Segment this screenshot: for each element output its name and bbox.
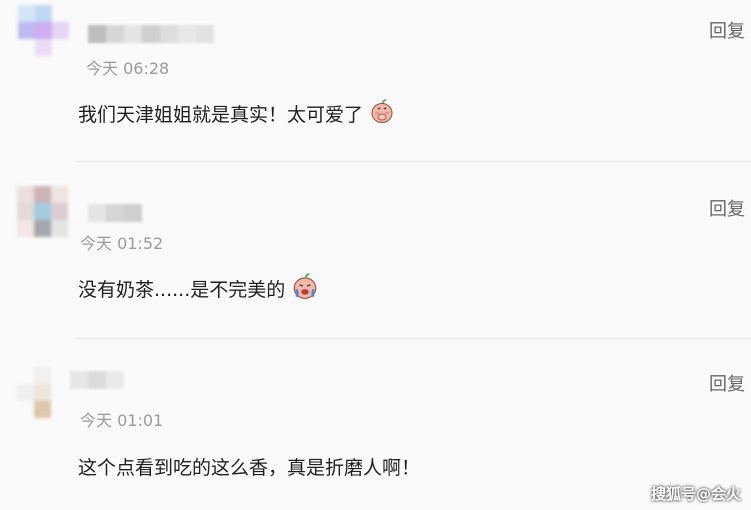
- reply-button[interactable]: 回复: [709, 370, 745, 396]
- comment-text-content: 我们天津姐姐就是真实！太可爱了: [78, 104, 364, 126]
- comment-text-content: 没有奶茶......是不完美的: [78, 279, 286, 301]
- username[interactable]: [88, 204, 142, 222]
- comment-text: 没有奶茶......是不完美的: [78, 272, 319, 305]
- peach-covering-mouth-icon: [369, 98, 395, 129]
- username[interactable]: [88, 25, 214, 43]
- username[interactable]: [70, 371, 124, 389]
- comment-time: 今天 01:01: [80, 411, 164, 430]
- comment-time: 今天 01:52: [80, 234, 164, 253]
- reply-button[interactable]: 回复: [709, 17, 745, 43]
- comment-time: 今天 06:28: [86, 59, 170, 78]
- comment-text-content: 这个点看到吃的这么香，真是折磨人啊！: [78, 457, 421, 479]
- watermark: 搜狐号@会火: [650, 485, 741, 503]
- avatar[interactable]: [17, 367, 68, 418]
- comment-text: 我们天津姐姐就是真实！太可爱了: [78, 98, 395, 129]
- reply-button[interactable]: 回复: [709, 195, 745, 221]
- avatar[interactable]: [18, 5, 69, 56]
- comment-item: 今天 01:01 回复 这个点看到吃的这么香，真是折磨人啊！: [0, 339, 751, 510]
- comment-text: 这个点看到吃的这么香，真是折磨人啊！: [78, 453, 420, 480]
- peach-crying-icon: [291, 272, 319, 305]
- avatar[interactable]: [17, 186, 68, 237]
- comment-item: 今天 06:28 回复 我们天津姐姐就是真实！太可爱了: [0, 0, 751, 162]
- comment-item: 今天 01:52 回复 没有奶茶......是不完美的: [0, 162, 751, 339]
